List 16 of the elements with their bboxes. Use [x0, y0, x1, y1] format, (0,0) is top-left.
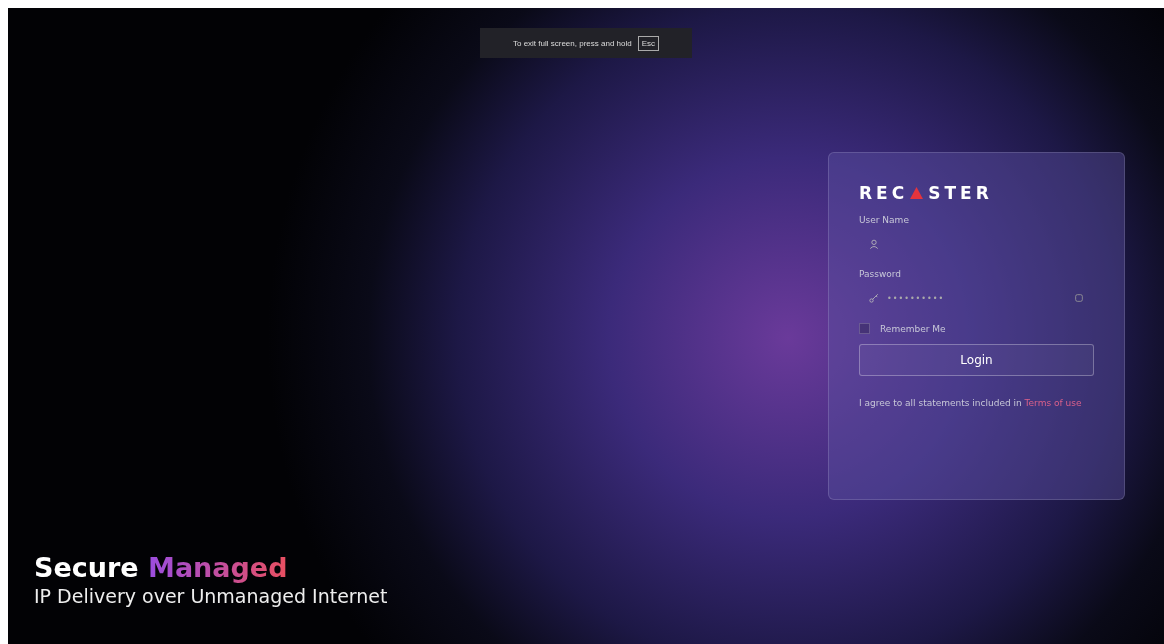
notice-text: To exit full screen, press and hold — [512, 38, 632, 48]
login-button[interactable]: Login — [859, 344, 1094, 376]
field-label: User Name — [859, 215, 910, 225]
hero-subtitle: IP Delivery over Unmanaged Internet — [34, 585, 388, 607]
logo-text: REC — [859, 183, 909, 203]
terms-link[interactable]: Terms of use — [1024, 398, 1082, 408]
logo-text: STER — [928, 183, 993, 203]
agreement-text: I agree to all statements included in Terms of use — [859, 397, 1083, 410]
esc-key: Esc — [637, 35, 660, 51]
key-icon — [869, 293, 879, 303]
remember-checkbox[interactable] — [859, 323, 870, 334]
field-label: Password — [859, 269, 903, 279]
remember-label: Remember Me — [880, 323, 946, 334]
user-icon — [869, 239, 879, 249]
password-field[interactable]: •••••••••• — [859, 285, 1094, 311]
triangle-icon — [910, 187, 924, 199]
